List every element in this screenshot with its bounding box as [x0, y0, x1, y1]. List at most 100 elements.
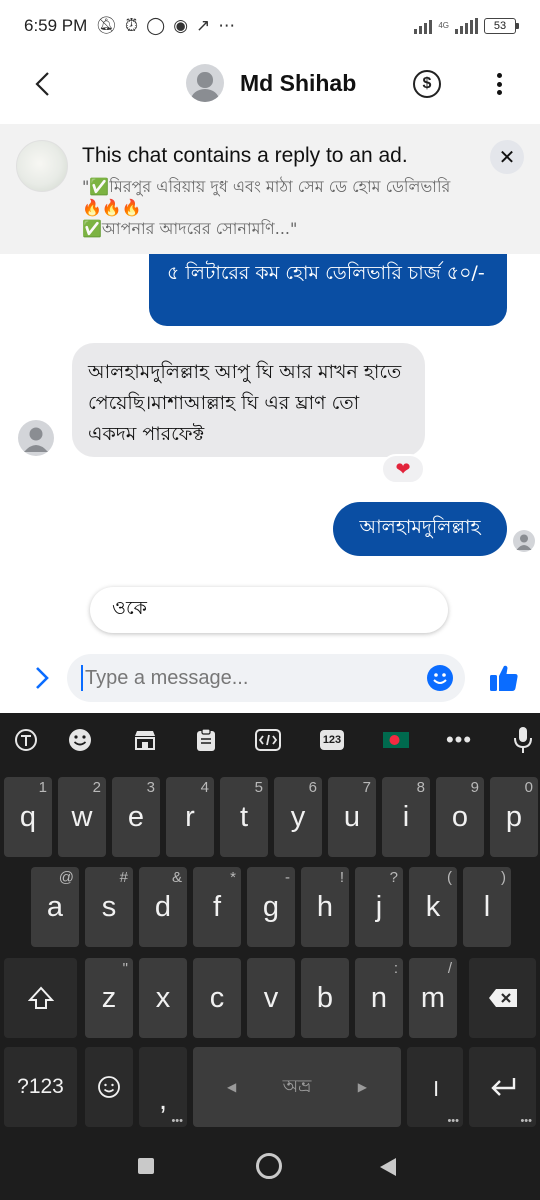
- key-label: m: [420, 981, 446, 1014]
- message-composer[interactable]: [67, 654, 465, 702]
- ad-banner-title: This chat contains a reply to an ad.: [82, 144, 408, 167]
- contact-info[interactable]: Md Shihab: [186, 64, 356, 102]
- heart-reaction[interactable]: ❤: [381, 454, 425, 484]
- keyboard: 123 ••• q1w2e3r4t5y6u7i8o9p0 a @ s # d & f * g - h…: [0, 713, 540, 1150]
- status-time: 6:59 PM: [24, 16, 88, 35]
- key-l[interactable]: l): [463, 867, 511, 947]
- key-label: k: [425, 890, 441, 923]
- expand-actions-button[interactable]: [28, 662, 56, 694]
- chevron-left-icon: [35, 72, 49, 96]
- enter-icon: [490, 1078, 515, 1096]
- key-label: l: [483, 890, 491, 923]
- backspace-key[interactable]: [469, 958, 536, 1038]
- back-triangle-icon[interactable]: [378, 1156, 398, 1178]
- key-hint: 9: [470, 779, 479, 796]
- key-d[interactable]: d &: [139, 867, 187, 947]
- key-y[interactable]: y6: [274, 777, 322, 857]
- key-hint: 5: [254, 779, 263, 796]
- suggestion-text: ওকে: [112, 597, 147, 619]
- outgoing-message-2[interactable]: আলহামদুলিল্লাহ: [333, 502, 507, 556]
- key-f[interactable]: f *: [193, 867, 241, 947]
- home-button[interactable]: [256, 1153, 282, 1179]
- contact-avatar: [186, 64, 224, 102]
- key-i[interactable]: i8: [382, 777, 430, 857]
- key-label: i: [402, 800, 410, 833]
- key-hint: !: [339, 869, 344, 886]
- key-label: w: [71, 800, 93, 833]
- emoji-keyboard-icon[interactable]: [65, 725, 95, 755]
- key-z[interactable]: z ": [85, 958, 133, 1038]
- clipboard-icon[interactable]: [191, 725, 221, 755]
- key-u[interactable]: u7: [328, 777, 376, 857]
- key-hint: 2: [92, 779, 101, 796]
- symbols-label: ?123: [17, 1075, 64, 1098]
- key-label: v: [263, 981, 279, 1014]
- symbols-key[interactable]: ?123: [4, 1047, 77, 1127]
- shift-key[interactable]: [4, 958, 77, 1038]
- key-label: a: [46, 890, 64, 923]
- key-k[interactable]: k(: [409, 867, 457, 947]
- more-tools-icon[interactable]: •••: [444, 725, 474, 755]
- backspace-icon: [488, 989, 517, 1007]
- chat-header: Md Shihab $: [0, 52, 540, 116]
- gif-icon[interactable]: [253, 725, 283, 755]
- ad-snippet-line3: ✅আপনার আদরের সোনামণি...": [82, 219, 298, 238]
- key-w[interactable]: w2: [58, 777, 106, 857]
- comma-key[interactable]: , •••: [139, 1047, 187, 1127]
- key-b[interactable]: b: [301, 958, 349, 1038]
- bangladesh-flag-icon[interactable]: [381, 725, 411, 755]
- quick-reply-suggestion[interactable]: ওকে: [90, 587, 448, 633]
- key-j[interactable]: j?: [355, 867, 403, 947]
- key-label: d: [154, 890, 172, 923]
- key-e[interactable]: e3: [112, 777, 160, 857]
- key-g[interactable]: g-: [247, 867, 295, 947]
- key-hint: @: [58, 869, 74, 886]
- key-label: j: [375, 890, 383, 923]
- emoji-icon[interactable]: [427, 665, 453, 691]
- key-v[interactable]: v: [247, 958, 295, 1038]
- key-label: f: [212, 890, 222, 923]
- key-label: h: [316, 890, 334, 923]
- thumbs-up-icon[interactable]: [488, 662, 520, 694]
- recents-button[interactable]: [138, 1158, 154, 1174]
- key-label: z: [101, 981, 117, 1014]
- keyboard-toolbar: 123 •••: [0, 713, 540, 769]
- key-x[interactable]: x: [139, 958, 187, 1038]
- emoji-key[interactable]: [85, 1047, 133, 1127]
- key-t[interactable]: t5: [220, 777, 268, 857]
- enter-key[interactable]: •••: [469, 1047, 536, 1127]
- key-hint: :: [393, 960, 398, 977]
- key-m[interactable]: m /: [409, 958, 457, 1038]
- language-right-icon: ▶: [357, 1080, 367, 1094]
- key-r[interactable]: r4: [166, 777, 214, 857]
- comma-label: ,: [158, 1084, 168, 1116]
- text-style-icon[interactable]: [11, 725, 41, 755]
- message-input[interactable]: [85, 666, 405, 690]
- close-banner-button[interactable]: ✕: [490, 140, 524, 174]
- key-hint: /: [447, 960, 452, 977]
- key-n[interactable]: n:: [355, 958, 403, 1038]
- payment-icon[interactable]: $: [413, 70, 441, 98]
- key-label: e: [127, 800, 145, 833]
- key-h[interactable]: h!: [301, 867, 349, 947]
- more-notifications-icon: ⋯: [218, 16, 236, 35]
- back-button[interactable]: [28, 68, 56, 100]
- key-q[interactable]: q1: [4, 777, 52, 857]
- number-pad-badge[interactable]: 123: [317, 725, 347, 755]
- key-p[interactable]: p0: [490, 777, 538, 857]
- key-o[interactable]: o9: [436, 777, 484, 857]
- more-options-button[interactable]: [492, 70, 506, 98]
- shift-icon: [27, 986, 54, 1009]
- battery-level: 53: [493, 20, 507, 32]
- microphone-icon[interactable]: [508, 725, 538, 755]
- key-a[interactable]: a @: [31, 867, 79, 947]
- key-label: q: [19, 800, 37, 833]
- key-hint: 7: [362, 779, 371, 796]
- space-bar[interactable]: ◀ অভ্র ▶: [193, 1047, 401, 1127]
- sticker-store-icon[interactable]: [130, 725, 160, 755]
- danda-key[interactable]: । •••: [407, 1047, 463, 1127]
- key-s[interactable]: s #: [85, 867, 133, 947]
- key-label: u: [343, 800, 361, 833]
- incoming-message[interactable]: আলহামদুলিল্লাহ আপু ঘি আর মাখন হাতে পেয়ে…: [72, 343, 425, 457]
- key-c[interactable]: c: [193, 958, 241, 1038]
